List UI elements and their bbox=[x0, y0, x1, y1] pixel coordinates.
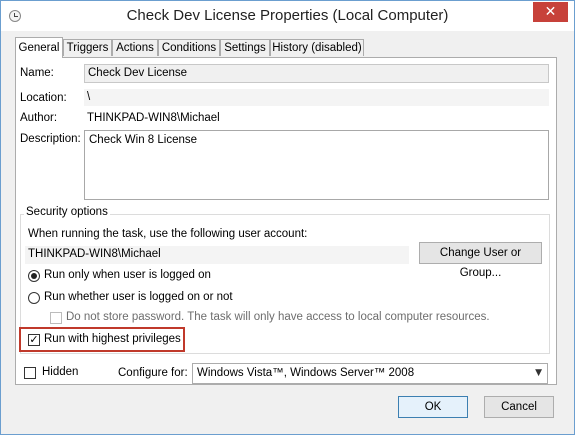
highest-privileges-label: Run with highest privileges bbox=[44, 333, 181, 345]
location-value: \ bbox=[84, 89, 549, 106]
window-title: Check Dev License Properties (Local Comp… bbox=[126, 7, 449, 24]
ok-button[interactable]: OK bbox=[398, 396, 468, 418]
general-panel: Name: Check Dev License Location: \ Auth… bbox=[15, 57, 557, 385]
author-label: Author: bbox=[20, 112, 58, 124]
description-label: Description: bbox=[20, 133, 81, 145]
radio-logged-on-label: Run only when user is logged on bbox=[44, 269, 211, 281]
do-not-store-password-label: Do not store password. The task will onl… bbox=[66, 311, 490, 323]
close-button[interactable]: ✕ bbox=[533, 2, 568, 22]
name-field[interactable]: Check Dev License bbox=[84, 64, 549, 83]
radio-logged-on-or-not-label: Run whether user is logged on or not bbox=[44, 291, 233, 303]
name-label: Name: bbox=[20, 67, 54, 79]
description-field[interactable]: Check Win 8 License bbox=[84, 130, 549, 200]
do-not-store-password-checkbox[interactable] bbox=[50, 312, 62, 324]
hidden-label: Hidden bbox=[42, 366, 79, 378]
dialog-client: General Triggers Actions Conditions Sett… bbox=[9, 31, 568, 429]
tab-history[interactable]: History (disabled) bbox=[270, 39, 364, 56]
cancel-button[interactable]: Cancel bbox=[484, 396, 554, 418]
tab-actions[interactable]: Actions bbox=[112, 39, 158, 56]
properties-window: Check Dev License Properties (Local Comp… bbox=[0, 0, 575, 435]
hidden-checkbox[interactable] bbox=[24, 367, 36, 379]
configure-for-label: Configure for: bbox=[118, 367, 188, 379]
tab-settings[interactable]: Settings bbox=[220, 39, 270, 56]
location-label: Location: bbox=[20, 92, 67, 104]
highest-privileges-checkbox[interactable]: ✓ bbox=[28, 334, 40, 346]
tab-triggers[interactable]: Triggers bbox=[63, 39, 112, 56]
radio-logged-on-or-not[interactable] bbox=[28, 292, 40, 304]
tab-general[interactable]: General bbox=[15, 37, 63, 58]
configure-for-select[interactable]: Windows Vista™, Windows Server™ 2008 ▼ bbox=[192, 363, 548, 384]
chevron-down-icon: ▼ bbox=[535, 368, 542, 378]
tab-conditions[interactable]: Conditions bbox=[158, 39, 220, 56]
configure-for-value: Windows Vista™, Windows Server™ 2008 bbox=[197, 367, 415, 379]
author-value: THINKPAD-WIN8\Michael bbox=[87, 112, 220, 124]
account-prompt: When running the task, use the following… bbox=[28, 228, 308, 240]
security-options-title: Security options bbox=[24, 206, 110, 218]
user-account-value: THINKPAD-WIN8\Michael bbox=[25, 246, 409, 264]
radio-logged-on[interactable] bbox=[28, 270, 40, 282]
title-bar: Check Dev License Properties (Local Comp… bbox=[1, 1, 574, 31]
change-user-button[interactable]: Change User or Group... bbox=[419, 242, 542, 279]
